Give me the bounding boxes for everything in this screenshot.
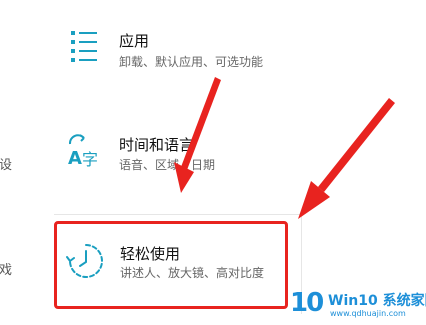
tile-divider	[54, 214, 302, 215]
time-language-icon: A 字	[64, 130, 104, 170]
cut-off-left-text: 戏	[0, 263, 13, 278]
cut-off-left-text: 设	[0, 158, 13, 173]
settings-item-description: 语音、区域、日期	[119, 158, 216, 172]
ease-of-access-icon	[66, 241, 106, 281]
settings-item-time-language[interactable]: A 字 时间和语言 语音、区域、日期	[64, 126, 284, 178]
settings-item-apps[interactable]: 应用 卸载、默认应用、可选功能	[64, 24, 284, 74]
logo-title: Win10 系统家园	[328, 293, 426, 309]
svg-text:A: A	[68, 148, 82, 169]
settings-item-description: 讲述人、放大镜、高对比度	[120, 266, 265, 280]
settings-item-title: 时间和语言	[119, 136, 195, 154]
settings-item-ease-of-access[interactable]: 轻松使用 讲述人、放大镜、高对比度	[54, 221, 288, 309]
red-arrow-head	[298, 181, 330, 219]
settings-item-description: 卸载、默认应用、可选功能	[119, 55, 264, 69]
logo-mark: 10	[290, 288, 324, 318]
settings-item-title: 轻松使用	[120, 245, 181, 263]
logo-url: www.qdhuajin.com	[330, 309, 406, 318]
svg-text:字: 字	[82, 150, 98, 169]
red-arrow-shaft	[318, 98, 395, 192]
watermark-logo: 10 Win10 系统家园 www.qdhuajin.com	[286, 286, 426, 325]
apps-list-icon	[66, 28, 106, 68]
settings-item-title: 应用	[119, 32, 150, 50]
settings-page: 设 戏 应用 卸载、默认应用、可选功能 A 字 时间和语言 语音、区域、日期 轻…	[0, 0, 426, 325]
